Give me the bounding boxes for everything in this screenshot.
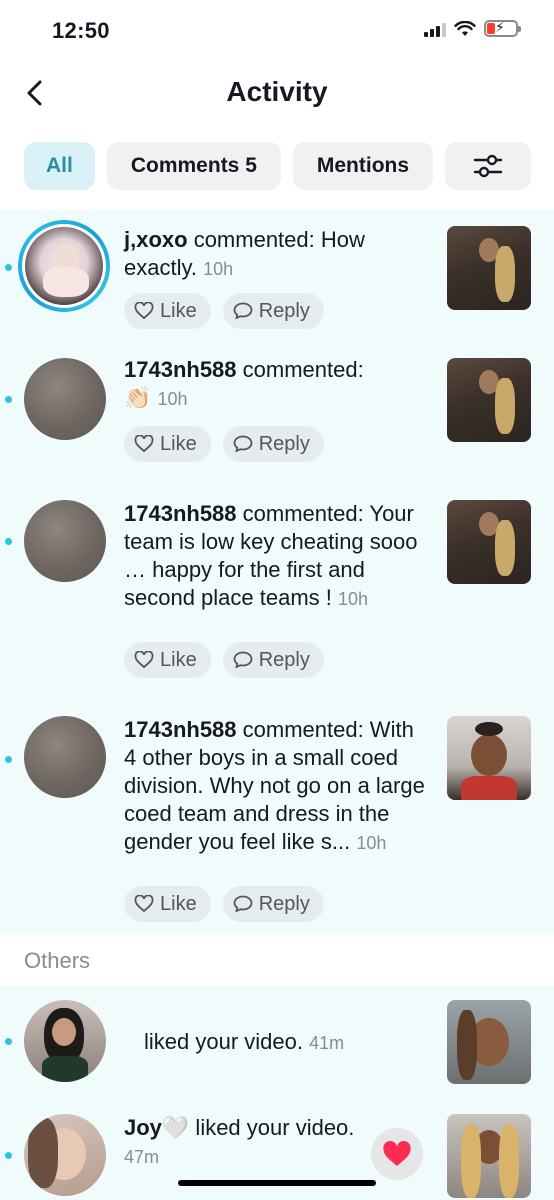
username[interactable]: j,xoxo (124, 227, 188, 252)
comment-actions: Like Reply (124, 426, 324, 462)
chat-bubble-icon (233, 651, 253, 669)
reply-button[interactable]: Reply (222, 642, 324, 678)
section-header: Others (0, 936, 554, 986)
video-thumbnail[interactable] (447, 1000, 531, 1084)
avatar[interactable] (24, 1000, 106, 1082)
list-item[interactable]: 1743nh588 commented: Your team is low ke… (0, 480, 554, 698)
username[interactable]: Joy🤍 (124, 1115, 189, 1140)
filter-mentions[interactable]: Mentions (292, 142, 434, 190)
heart-outline-icon (134, 302, 154, 320)
notification-body: liked your video. (189, 1115, 355, 1140)
nav-bar: Activity (0, 62, 554, 124)
like-label: Like (160, 648, 197, 671)
heart-outline-icon (134, 895, 154, 913)
unread-dot (5, 264, 12, 271)
avatar[interactable] (24, 716, 106, 798)
avatar[interactable] (24, 500, 106, 582)
like-button[interactable]: Like (124, 642, 211, 678)
heart-outline-icon (134, 651, 154, 669)
unread-dot (5, 756, 12, 763)
status-time: 12:50 (52, 18, 110, 43)
video-thumbnail[interactable] (447, 226, 531, 310)
unread-dot (5, 1152, 12, 1159)
username[interactable]: 1743nh588 (124, 501, 237, 526)
comment-list: j,xoxo commented: How exactly. 10h Like … (0, 210, 554, 935)
reply-label: Reply (258, 299, 310, 322)
video-thumbnail[interactable] (447, 500, 531, 584)
like-button[interactable]: Like (124, 426, 211, 462)
list-item[interactable]: 1743nh588 commented: 👏🏻 10h Like Reply (0, 340, 554, 480)
sliders-icon (473, 154, 503, 178)
like-button[interactable]: Like (124, 293, 211, 329)
filter-comments[interactable]: Comments 5 (106, 142, 281, 190)
username[interactable]: 1743nh588 (124, 357, 237, 382)
cellular-signal-icon (424, 21, 446, 37)
unread-dot (5, 396, 12, 403)
heart-icon (383, 1140, 411, 1166)
comment-text: 1743nh588 commented: 👏🏻 10h (124, 356, 430, 413)
comment-actions: Like Reply (124, 642, 324, 678)
comment-actions: Like Reply (124, 886, 324, 922)
others-list: liked your video. 41m Joy🤍 liked your vi… (0, 986, 554, 1200)
avatar[interactable] (24, 358, 106, 440)
notification-text: liked your video. 41m (144, 1028, 450, 1057)
like-button[interactable]: Like (124, 886, 211, 922)
home-indicator (178, 1180, 376, 1186)
section-title: Others (24, 948, 91, 973)
list-item[interactable]: j,xoxo commented: How exactly. 10h Like … (0, 210, 554, 340)
comment-text: 1743nh588 commented: With 4 other boys i… (124, 716, 430, 857)
timestamp: 10h (203, 259, 234, 279)
filter-all[interactable]: All (24, 142, 95, 190)
timestamp: 10h (338, 589, 369, 609)
reply-label: Reply (258, 648, 310, 671)
video-thumbnail[interactable] (447, 358, 531, 442)
wifi-icon (454, 20, 476, 36)
notification-text: Joy🤍 liked your video. 47m (124, 1114, 364, 1171)
timestamp: 10h (157, 389, 188, 409)
comment-actions: Like Reply (124, 293, 324, 329)
video-thumbnail[interactable] (447, 1114, 531, 1198)
status-icons: ⚡ (424, 19, 521, 37)
reply-label: Reply (258, 892, 310, 915)
comment-emoji: 👏🏻 (124, 385, 152, 410)
notification-body: liked your video. (144, 1029, 303, 1054)
page-title: Activity (226, 76, 328, 107)
video-thumbnail[interactable] (447, 716, 531, 800)
timestamp: 47m (124, 1147, 160, 1167)
username[interactable]: 1743nh588 (124, 717, 237, 742)
comment-text: j,xoxo commented: How exactly. 10h (124, 226, 430, 283)
timestamp: 41m (309, 1033, 345, 1053)
avatar[interactable] (18, 220, 110, 312)
filter-settings-button[interactable] (445, 142, 532, 190)
timestamp: 10h (356, 833, 387, 853)
reply-button[interactable]: Reply (222, 426, 324, 462)
unread-dot (5, 1038, 12, 1045)
reply-button[interactable]: Reply (222, 886, 324, 922)
reply-button[interactable]: Reply (222, 293, 324, 329)
like-back-button[interactable] (371, 1128, 423, 1180)
reply-label: Reply (258, 432, 310, 455)
comment-text: 1743nh588 commented: Your team is low ke… (124, 500, 430, 613)
status-bar: 12:50 ⚡ (0, 0, 554, 62)
like-label: Like (160, 432, 197, 455)
avatar[interactable] (24, 1114, 106, 1196)
list-item[interactable]: 1743nh588 commented: With 4 other boys i… (0, 698, 554, 935)
chat-bubble-icon (233, 435, 253, 453)
chat-bubble-icon (233, 895, 253, 913)
heart-outline-icon (134, 435, 154, 453)
list-item[interactable]: liked your video. 41m (0, 986, 554, 1102)
like-label: Like (160, 299, 197, 322)
comment-body: commented: (236, 357, 364, 382)
filter-bar: All Comments 5 Mentions (24, 142, 554, 192)
like-label: Like (160, 892, 197, 915)
battery-icon: ⚡ (484, 19, 521, 37)
chat-bubble-icon (233, 302, 253, 320)
unread-dot (5, 538, 12, 545)
